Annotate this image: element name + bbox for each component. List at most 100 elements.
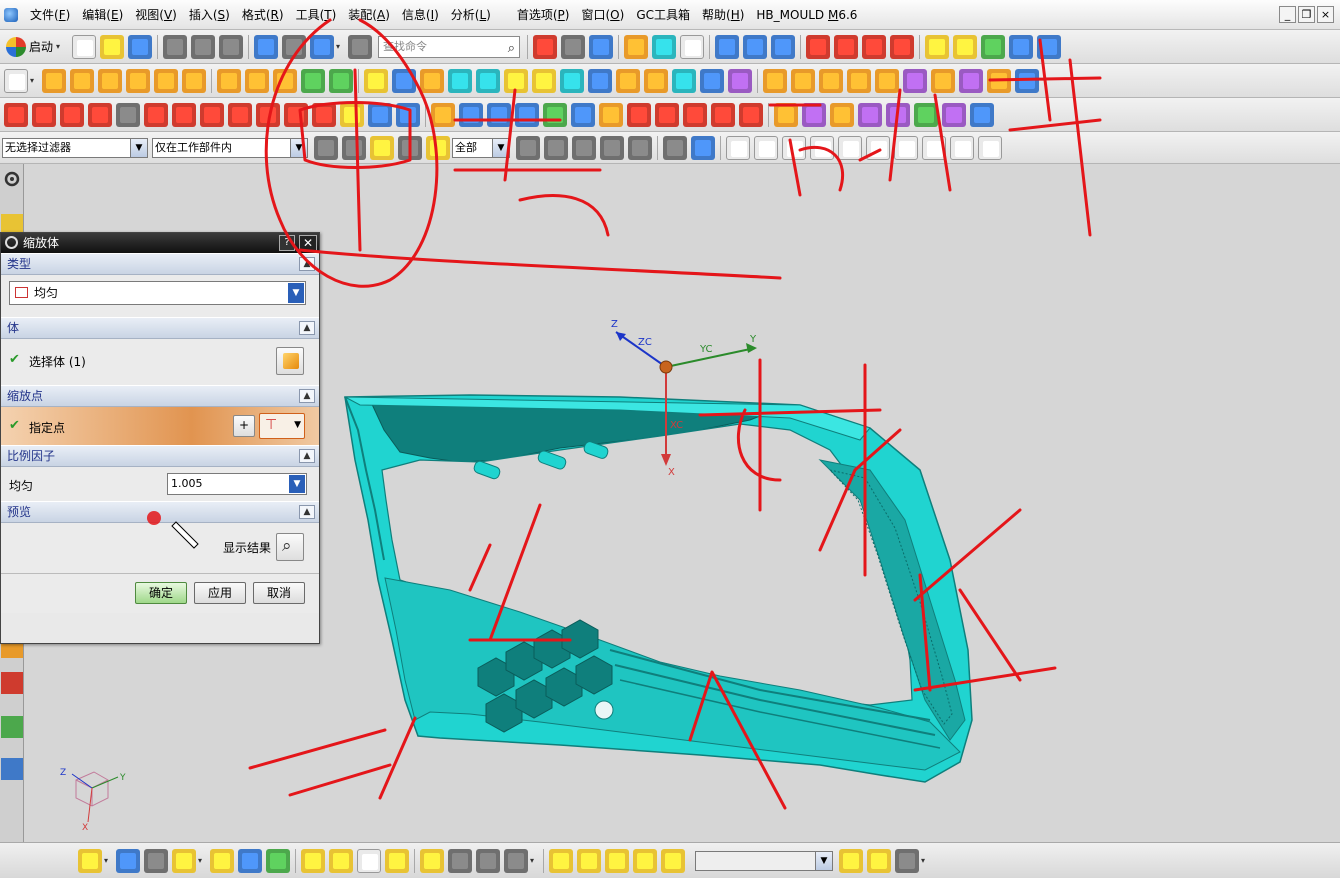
menu-item[interactable]: 窗口(O) [575,6,630,23]
menu-item[interactable]: 首选项(P) [511,6,576,23]
boss-icon[interactable] [273,68,297,93]
snap-existing-point-icon[interactable] [894,135,918,160]
paste-icon[interactable] [219,34,244,59]
reuse-library-icon[interactable] [1,716,23,738]
sync-replace-icon[interactable] [847,68,871,93]
block-icon[interactable] [98,68,122,93]
wrap-icon[interactable] [644,68,668,93]
parting-icon[interactable] [577,848,601,873]
import-icon[interactable] [839,848,863,873]
sew-icon[interactable] [672,68,696,93]
rectangle-select-icon[interactable] [628,135,652,160]
background-icon[interactable] [652,34,677,59]
global-shape-icon[interactable] [886,102,910,127]
fillet-curve-icon[interactable] [683,102,707,127]
wcs-origin-icon[interactable] [806,34,831,59]
patch-icon[interactable] [700,68,724,93]
sync-resize-icon[interactable] [875,68,899,93]
extract-curve-icon[interactable] [284,102,308,127]
through-curves-icon[interactable] [431,102,455,127]
select-body-label[interactable]: 选择体 (1) [29,353,86,370]
menu-item[interactable]: 分析(L) [445,6,497,23]
menu-item[interactable]: 信息(I) [396,6,445,23]
snap-on-curve-icon[interactable] [922,135,946,160]
mate-constraint-icon[interactable] [238,848,262,873]
export-icon[interactable] [867,848,891,873]
section-type-header[interactable]: 类型 ▲ [1,253,319,275]
revolve-icon[interactable] [70,68,94,93]
part-family-icon[interactable] [116,848,140,873]
command-search-input[interactable]: 查找命令 ⌕ [378,35,521,58]
x-form-icon[interactable] [830,102,854,127]
render-style-icon[interactable] [561,34,586,59]
snap-midpoint-icon[interactable] [754,135,778,160]
wcs-rotate-icon[interactable] [862,34,887,59]
move-object-icon[interactable] [715,34,740,59]
section-body-header[interactable]: 体 ▲ [1,317,319,339]
snap-bounded-grid-icon[interactable] [978,135,1002,160]
menu-item[interactable]: 工具(T) [290,6,343,23]
arc-icon[interactable] [32,102,56,127]
wcs-dynamic-icon[interactable] [834,34,859,59]
cylinder-icon[interactable] [126,68,150,93]
mirror-assembly-icon[interactable] [385,848,409,873]
extension-icon[interactable] [599,102,623,127]
layout-select[interactable]: ▼ [695,850,833,871]
shell-icon[interactable] [448,68,472,93]
assembly-icon[interactable] [771,34,796,59]
gear-icon[interactable] [1,168,23,190]
replace-component-icon[interactable] [357,848,381,873]
emboss-icon[interactable] [728,68,752,93]
select-solid-icon[interactable] [691,135,715,160]
snap-control-icon[interactable] [782,135,806,160]
orient-view-icon[interactable] [589,34,614,59]
curve-length-icon[interactable] [368,102,392,127]
standard-part-icon[interactable] [633,848,657,873]
snap-on-face-icon[interactable] [950,135,974,160]
copy-icon[interactable] [191,34,216,59]
cancel-button[interactable]: 取消 [253,582,305,604]
sync-paste-icon[interactable] [959,68,983,93]
ruler-icon[interactable] [1037,34,1062,59]
apply-button[interactable]: 应用 [194,582,246,604]
menu-item[interactable]: 文件(F) [24,6,76,23]
clearance-icon[interactable] [476,848,500,873]
sphere-icon[interactable] [182,68,206,93]
cut-icon[interactable] [163,34,188,59]
feature-rule-icon[interactable] [370,135,394,160]
view-section-icon[interactable] [504,848,528,873]
face-analysis-icon[interactable] [914,102,938,127]
ok-button[interactable]: 确定 [135,582,187,604]
join-curve-icon[interactable] [256,102,280,127]
trim-curve-icon[interactable] [312,102,336,127]
offset-face-icon[interactable] [420,68,444,93]
menu-item[interactable]: 插入(S) [183,6,236,23]
close-icon[interactable]: ✕ [299,235,317,251]
transform-icon[interactable] [743,34,768,59]
draft-icon[interactable] [560,68,584,93]
history-icon[interactable] [1,758,23,780]
point-type-dropdown[interactable]: ⊤ ▼ [259,413,305,439]
section-scale-header[interactable]: 比例因子 ▲ [1,445,319,467]
sync-delete-icon[interactable] [903,68,927,93]
bounded-plane-icon[interactable] [543,102,567,127]
sync-move-icon[interactable] [763,68,787,93]
component-array-icon[interactable] [329,848,353,873]
divide-curve-icon[interactable] [340,102,364,127]
dialog-title-bar[interactable]: 缩放体 ? ✕ [1,233,319,253]
music-note-icon[interactable] [895,848,919,873]
menu-item[interactable]: 帮助(H) [696,6,750,23]
i-form-icon[interactable] [858,102,882,127]
split-body-icon[interactable] [392,68,416,93]
sequence-icon[interactable] [448,848,472,873]
snap-center-icon[interactable] [838,135,862,160]
scale-body-icon[interactable] [616,68,640,93]
stop-at-intersection-icon[interactable] [544,135,568,160]
menu-item[interactable]: 编辑(E) [76,6,129,23]
analysis-icon[interactable] [925,34,950,59]
snap-icon[interactable] [981,34,1006,59]
open-folder-icon[interactable] [100,34,125,59]
select-all-icon[interactable] [342,135,366,160]
color-swatch-icon[interactable] [680,34,705,59]
sync-offset-icon[interactable] [819,68,843,93]
